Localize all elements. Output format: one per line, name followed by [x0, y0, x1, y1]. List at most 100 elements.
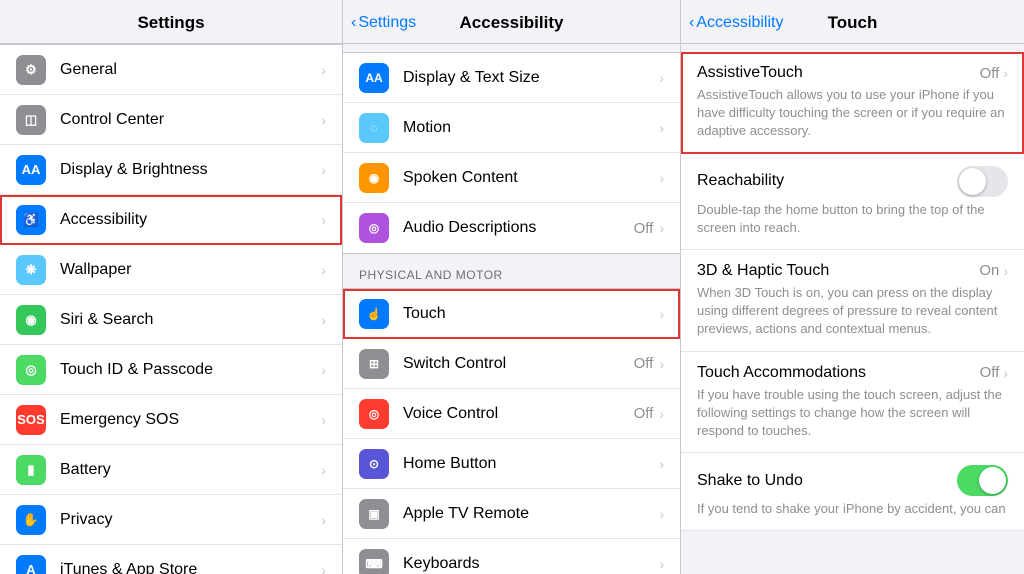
left-item-general[interactable]: ⚙ General › — [0, 45, 342, 95]
right-item-shake-undo[interactable]: Shake to Undo If you tend to shake your … — [681, 453, 1024, 531]
chevron-battery: › — [321, 462, 326, 478]
right-item-assistive-touch[interactable]: AssistiveTouch Off › AssistiveTouch allo… — [681, 52, 1024, 154]
section-physical-motor: PHYSICAL AND MOTOR — [343, 254, 680, 288]
right-chevron-3d-haptic: › — [1003, 263, 1008, 279]
mid-back-label: Settings — [358, 14, 416, 32]
mid-back-link[interactable]: ‹ Settings — [351, 14, 416, 32]
chevron-display: › — [321, 162, 326, 178]
chevron-home-btn: › — [659, 456, 664, 472]
right-header: ‹ Accessibility Touch — [681, 0, 1024, 44]
value-audio-desc: Off — [634, 220, 654, 237]
right-label-touch-accommodations: Touch Accommodations — [697, 364, 866, 382]
left-item-emergency[interactable]: SOS Emergency SOS › — [0, 395, 342, 445]
icon-itunes: A — [16, 555, 46, 574]
right-back-link[interactable]: ‹ Accessibility — [689, 14, 783, 32]
label-emergency: Emergency SOS — [60, 411, 321, 429]
mid-settings-list: AA Display & Text Size › ◌ Motion › ◉ Sp… — [343, 44, 680, 574]
chevron-appletv: › — [659, 506, 664, 522]
mid-item-home-btn[interactable]: ⊙ Home Button › — [343, 439, 680, 489]
mid-item-display-text[interactable]: AA Display & Text Size › — [343, 53, 680, 103]
toggle-shake-undo[interactable] — [957, 465, 1008, 496]
chevron-accessibility: › — [321, 212, 326, 228]
left-item-display[interactable]: AA Display & Brightness › — [0, 145, 342, 195]
right-chevron-touch-accommodations: › — [1003, 365, 1008, 381]
right-panel-title: Touch — [828, 13, 878, 33]
icon-switch: ⊞ — [359, 349, 389, 379]
mid-item-switch[interactable]: ⊞ Switch Control Off › — [343, 339, 680, 389]
icon-display: AA — [16, 155, 46, 185]
desc-3d-haptic: When 3D Touch is on, you can press on th… — [697, 284, 1008, 339]
chevron-wallpaper: › — [321, 262, 326, 278]
label-battery: Battery — [60, 461, 321, 479]
left-item-privacy[interactable]: ✋ Privacy › — [0, 495, 342, 545]
mid-item-audio-desc[interactable]: ◎ Audio Descriptions Off › — [343, 203, 680, 253]
back-chevron-icon: ‹ — [351, 14, 356, 32]
mid-item-keyboards[interactable]: ⌨ Keyboards › — [343, 539, 680, 574]
mid-item-appletv[interactable]: ▣ Apple TV Remote › — [343, 489, 680, 539]
label-motion: Motion — [403, 119, 659, 137]
left-item-itunes[interactable]: A iTunes & App Store › — [0, 545, 342, 574]
chevron-voice: › — [659, 406, 664, 422]
left-item-siri[interactable]: ◉ Siri & Search › — [0, 295, 342, 345]
label-itunes: iTunes & App Store — [60, 561, 321, 574]
mid-item-voice[interactable]: ◎ Voice Control Off › — [343, 389, 680, 439]
left-item-control-center[interactable]: ◫ Control Center › — [0, 95, 342, 145]
left-item-accessibility[interactable]: ♿ Accessibility › — [0, 195, 342, 245]
chevron-display-text: › — [659, 70, 664, 86]
mid-item-touch[interactable]: ☝ Touch › — [343, 289, 680, 339]
left-settings-list: ⚙ General › ◫ Control Center › AA Displa… — [0, 44, 342, 574]
label-touch: Touch — [403, 305, 659, 323]
toggle-reachability[interactable] — [957, 166, 1008, 197]
icon-touchid: ◎ — [16, 355, 46, 385]
toggle-thumb-reachability — [959, 168, 986, 195]
chevron-touchid: › — [321, 362, 326, 378]
icon-home-btn: ⊙ — [359, 449, 389, 479]
right-label-assistive-touch: AssistiveTouch — [697, 64, 803, 82]
desc-shake-undo: If you tend to shake your iPhone by acci… — [697, 500, 1008, 518]
right-item-touch-accommodations[interactable]: Touch Accommodations Off › If you have t… — [681, 352, 1024, 454]
left-item-battery[interactable]: ▮ Battery › — [0, 445, 342, 495]
left-item-touchid[interactable]: ◎ Touch ID & Passcode › — [0, 345, 342, 395]
right-item-3d-haptic[interactable]: 3D & Haptic Touch On › When 3D Touch is … — [681, 250, 1024, 352]
label-control-center: Control Center — [60, 111, 321, 129]
label-general: General — [60, 61, 321, 79]
chevron-switch: › — [659, 356, 664, 372]
chevron-keyboards: › — [659, 556, 664, 572]
icon-motion: ◌ — [359, 113, 389, 143]
label-keyboards: Keyboards — [403, 555, 659, 573]
value-switch: Off — [634, 355, 654, 372]
chevron-itunes: › — [321, 562, 326, 574]
icon-spoken: ◉ — [359, 163, 389, 193]
mid-item-spoken[interactable]: ◉ Spoken Content › — [343, 153, 680, 203]
right-panel: ‹ Accessibility Touch AssistiveTouch Off… — [681, 0, 1024, 574]
right-label-3d-haptic: 3D & Haptic Touch — [697, 262, 829, 280]
label-switch: Switch Control — [403, 355, 634, 373]
left-item-wallpaper[interactable]: ❋ Wallpaper › — [0, 245, 342, 295]
value-voice: Off — [634, 405, 654, 422]
mid-header: ‹ Settings Accessibility — [343, 0, 680, 44]
icon-siri: ◉ — [16, 305, 46, 335]
icon-accessibility: ♿ — [16, 205, 46, 235]
right-item-reachability[interactable]: Reachability Double-tap the home button … — [681, 154, 1024, 250]
icon-general: ⚙ — [16, 55, 46, 85]
right-value-touch-accommodations: Off — [980, 364, 1000, 381]
label-audio-desc: Audio Descriptions — [403, 219, 634, 237]
label-accessibility: Accessibility — [60, 211, 321, 229]
label-touchid: Touch ID & Passcode — [60, 361, 321, 379]
chevron-motion: › — [659, 120, 664, 136]
mid-panel-title: Accessibility — [460, 13, 564, 33]
icon-keyboards: ⌨ — [359, 549, 389, 574]
right-chevron-assistive-touch: › — [1003, 65, 1008, 81]
chevron-spoken: › — [659, 170, 664, 186]
label-voice: Voice Control — [403, 405, 634, 423]
label-home-btn: Home Button — [403, 455, 659, 473]
icon-privacy: ✋ — [16, 505, 46, 535]
desc-touch-accommodations: If you have trouble using the touch scre… — [697, 386, 1008, 441]
mid-item-motion[interactable]: ◌ Motion › — [343, 103, 680, 153]
icon-touch: ☝ — [359, 299, 389, 329]
right-value-3d-haptic: On — [979, 262, 999, 279]
mid-panel: ‹ Settings Accessibility AA Display & Te… — [343, 0, 681, 574]
label-siri: Siri & Search — [60, 311, 321, 329]
left-panel: Settings ⚙ General › ◫ Control Center › … — [0, 0, 343, 574]
right-label-reachability: Reachability — [697, 172, 784, 190]
